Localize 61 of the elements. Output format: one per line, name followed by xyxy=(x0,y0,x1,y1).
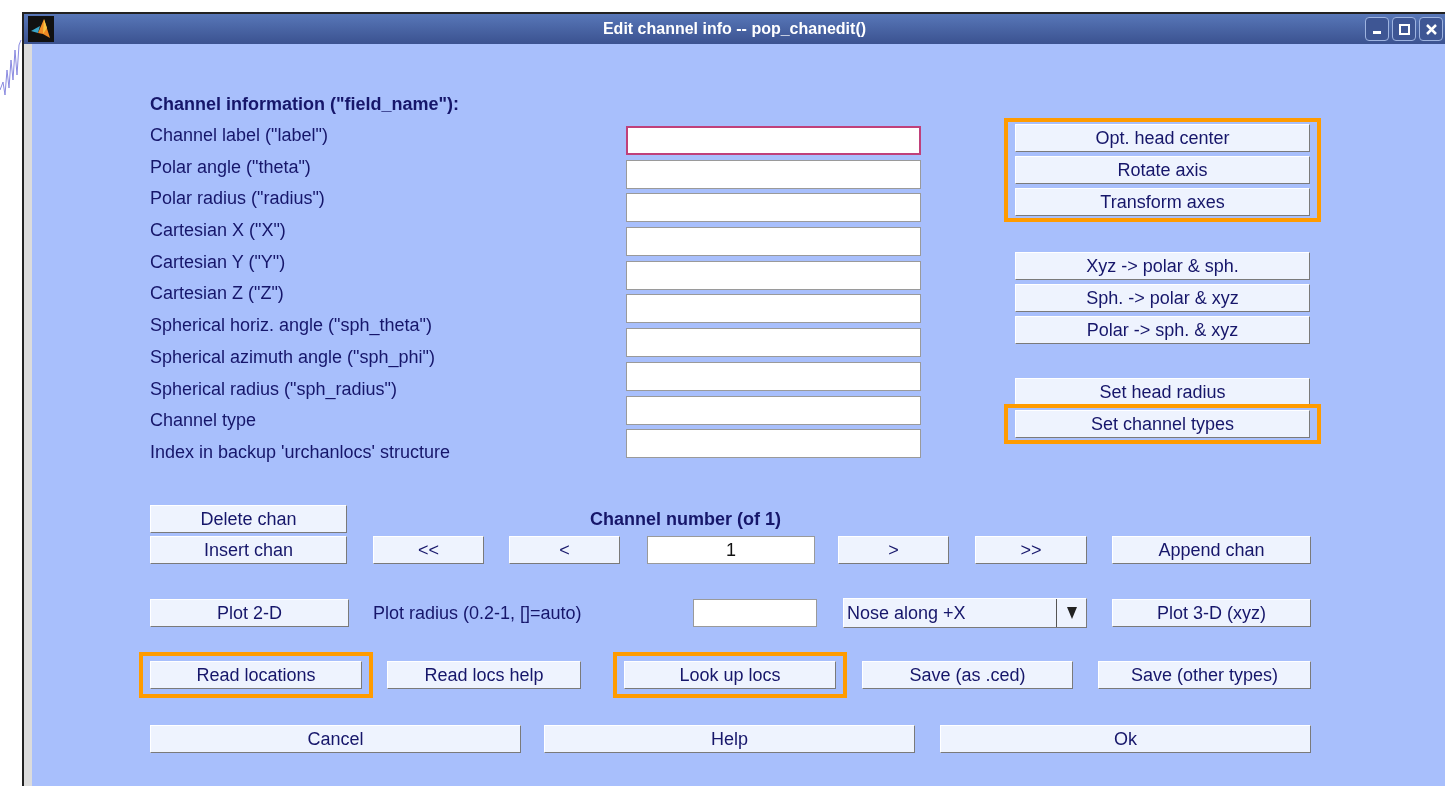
maximize-button[interactable] xyxy=(1392,17,1416,41)
field-label: Channel type xyxy=(150,409,258,433)
panel-button[interactable]: Xyz -> polar & sph. xyxy=(1015,252,1310,280)
app-logo-icon xyxy=(28,16,54,42)
text-field[interactable] xyxy=(626,126,921,155)
dialog-button[interactable]: >> xyxy=(975,536,1087,564)
field-label: Spherical azimuth angle ("sph_phi") xyxy=(150,345,436,370)
dialog-button[interactable]: Help xyxy=(544,725,915,753)
section-heading: Channel number (of 1) xyxy=(590,507,781,531)
dropdown[interactable]: Nose along +X xyxy=(843,598,1087,628)
close-icon xyxy=(1425,23,1437,35)
dialog-button[interactable]: Ok xyxy=(940,725,1311,753)
dialog-button[interactable]: << xyxy=(373,536,484,564)
dialog-button[interactable]: < xyxy=(509,536,620,564)
field-label: Cartesian Y ("Y") xyxy=(150,250,287,274)
text-field[interactable] xyxy=(626,328,921,358)
panel-button[interactable]: Rotate axis xyxy=(1015,156,1310,184)
field-label: Spherical horiz. angle ("sph_theta") xyxy=(150,314,433,338)
dialog-button[interactable]: Look up locs xyxy=(624,661,836,689)
window-title: Edit channel info -- pop_chanedit() xyxy=(601,19,868,39)
field-label: Plot radius (0.2-1, []=auto) xyxy=(373,601,583,625)
dialog-button[interactable]: Insert chan xyxy=(150,536,347,564)
dialog-button[interactable]: Plot 3-D (xyz) xyxy=(1112,599,1311,627)
text-field[interactable] xyxy=(626,159,921,189)
field-label: Cartesian Z ("Z") xyxy=(150,282,285,306)
maximize-icon xyxy=(1398,23,1410,35)
dialog-button[interactable]: Read locations xyxy=(150,661,362,689)
dialog-button[interactable]: Cancel xyxy=(150,725,521,753)
panel-button[interactable]: Transform axes xyxy=(1015,188,1310,216)
text-field[interactable] xyxy=(626,429,921,459)
minimize-icon xyxy=(1373,31,1381,34)
dialog-button[interactable]: > xyxy=(838,536,949,564)
text-field[interactable] xyxy=(626,361,921,391)
close-button[interactable] xyxy=(1419,17,1443,41)
panel-button[interactable]: Set channel types xyxy=(1015,410,1310,438)
field-label: Polar radius ("radius") xyxy=(150,187,326,211)
text-field[interactable] xyxy=(626,260,921,290)
text-field[interactable] xyxy=(626,395,921,425)
dialog-button[interactable]: Read locs help xyxy=(387,661,581,689)
panel-button[interactable]: Opt. head center xyxy=(1015,124,1310,152)
field-label: Cartesian X ("X") xyxy=(150,219,287,243)
panel-button[interactable]: Sph. -> polar & xyz xyxy=(1015,284,1310,312)
field-label: Spherical radius ("sph_radius") xyxy=(150,377,398,402)
text-field[interactable] xyxy=(693,599,817,627)
minimize-button[interactable] xyxy=(1365,17,1389,41)
text-field[interactable] xyxy=(626,193,921,223)
text-field[interactable] xyxy=(626,294,921,324)
dialog-button[interactable]: Save (as .ced) xyxy=(862,661,1073,689)
field-label: Polar angle ("theta") xyxy=(150,155,312,179)
panel-button[interactable]: Set head radius xyxy=(1015,378,1310,406)
dialog-button[interactable]: Delete chan xyxy=(150,505,347,533)
text-field[interactable] xyxy=(626,227,921,257)
field-label: Channel label ("label") xyxy=(150,124,329,147)
text-field[interactable]: 1 xyxy=(647,536,815,564)
section-heading: Channel information ("field_name"): xyxy=(150,93,461,116)
field-label: Index in backup 'urchanlocs' structure xyxy=(150,440,452,464)
dialog-button[interactable]: Plot 2-D xyxy=(150,599,349,627)
dialog-button[interactable]: Append chan xyxy=(1112,536,1311,564)
dropdown-arrow-icon xyxy=(1065,606,1078,620)
dialog-button[interactable]: Save (other types) xyxy=(1098,661,1311,689)
panel-button[interactable]: Polar -> sph. & xyz xyxy=(1015,316,1310,344)
